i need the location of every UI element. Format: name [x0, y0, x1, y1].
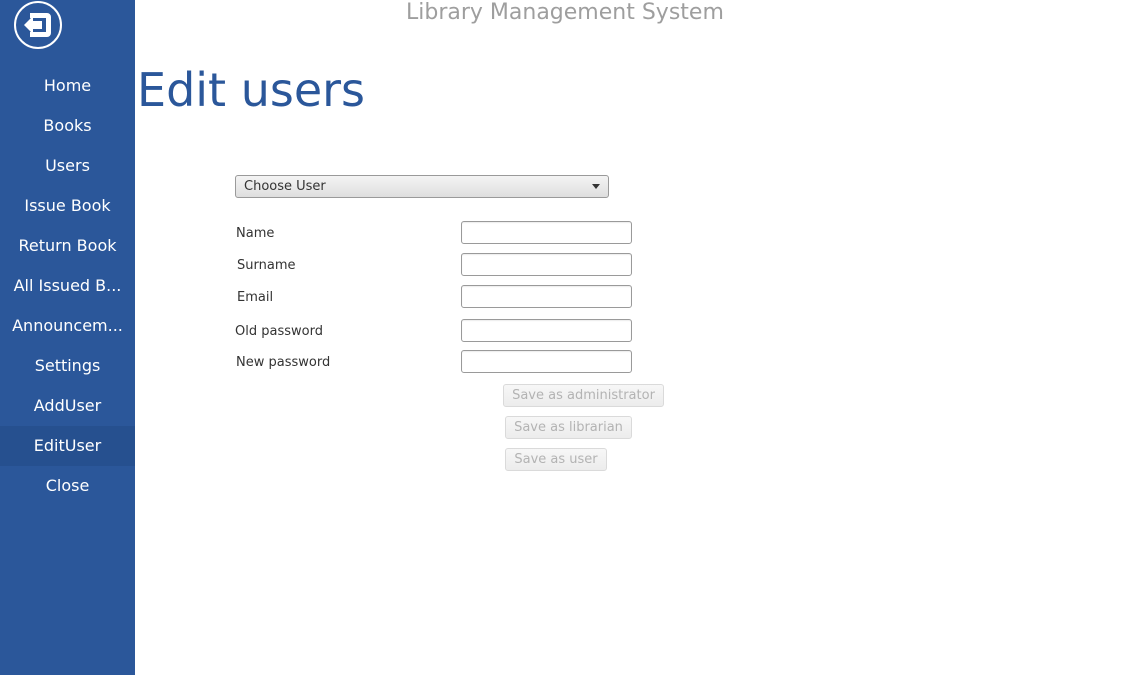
sidebar: Home Books Users Issue Book Return Book … — [0, 0, 135, 675]
sidebar-item-close[interactable]: Close — [0, 466, 135, 506]
choose-user-select-value: Choose User — [244, 179, 326, 194]
sidebar-item-books[interactable]: Books — [0, 106, 135, 146]
chevron-down-icon — [592, 184, 600, 189]
new-password-field[interactable] — [461, 350, 632, 373]
sign-out-icon[interactable] — [14, 1, 62, 49]
save-as-administrator-button[interactable]: Save as administrator — [503, 384, 664, 407]
sidebar-item-settings[interactable]: Settings — [0, 346, 135, 386]
sidebar-item-announcements[interactable]: Announcem... — [0, 306, 135, 346]
new-password-label: New password — [236, 355, 331, 370]
old-password-field[interactable] — [461, 319, 632, 342]
sidebar-item-users[interactable]: Users — [0, 146, 135, 186]
name-label: Name — [236, 226, 275, 241]
name-field[interactable] — [461, 221, 632, 244]
sidebar-item-return-book[interactable]: Return Book — [0, 226, 135, 266]
save-as-user-button[interactable]: Save as user — [505, 448, 607, 471]
sidebar-item-edit-user[interactable]: EditUser — [0, 426, 135, 466]
old-password-label: Old password — [235, 324, 323, 339]
email-field[interactable] — [461, 285, 632, 308]
surname-label: Surname — [237, 258, 296, 273]
page-title: Edit users — [137, 63, 366, 117]
sidebar-item-home[interactable]: Home — [0, 66, 135, 106]
email-label: Email — [237, 290, 274, 305]
app-title: Library Management System — [406, 0, 724, 25]
choose-user-select[interactable]: Choose User — [235, 175, 609, 198]
sidebar-item-add-user[interactable]: AddUser — [0, 386, 135, 426]
sidebar-item-issue-book[interactable]: Issue Book — [0, 186, 135, 226]
save-as-librarian-button[interactable]: Save as librarian — [505, 416, 632, 439]
surname-field[interactable] — [461, 253, 632, 276]
sidebar-item-all-issued-books[interactable]: All Issued B... — [0, 266, 135, 306]
